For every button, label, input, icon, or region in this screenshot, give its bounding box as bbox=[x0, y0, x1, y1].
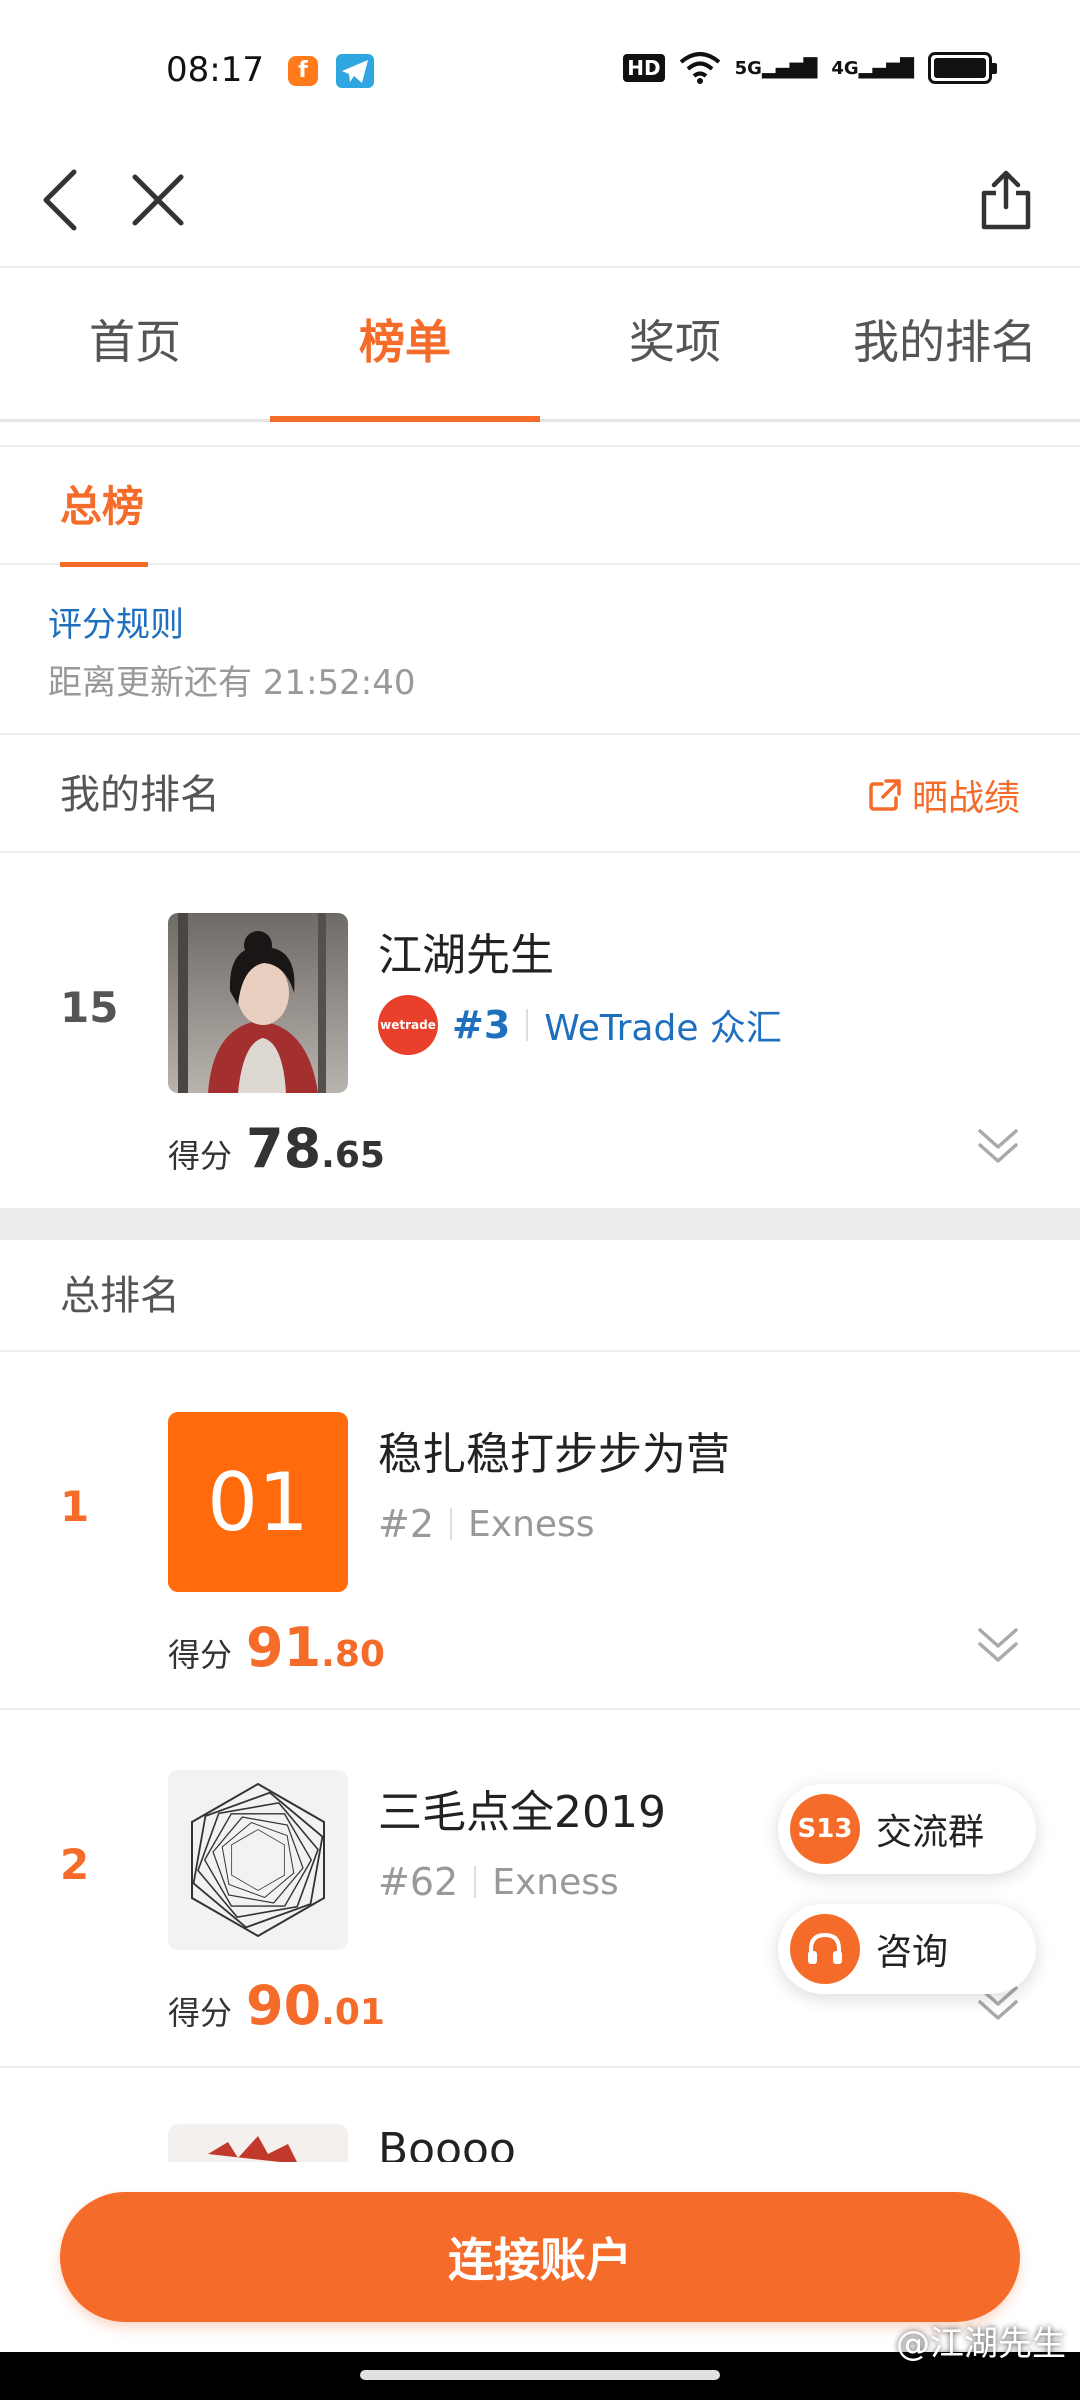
share-button[interactable] bbox=[966, 150, 1046, 250]
update-countdown: 距离更新还有 21:52:40 bbox=[48, 663, 416, 703]
broker-rank: #2 bbox=[378, 1502, 435, 1546]
signal-5g-icon: 5G▂▄▆█ bbox=[734, 57, 818, 79]
score-decimal: .65 bbox=[321, 1135, 385, 1176]
divider bbox=[474, 1866, 477, 1898]
hd-voice-icon: HD bbox=[623, 54, 665, 82]
score-decimal: .01 bbox=[321, 1992, 385, 2033]
status-time: 08:17 bbox=[166, 50, 264, 90]
broker-rank: #62 bbox=[378, 1860, 459, 1904]
score-integer: 78 bbox=[246, 1117, 322, 1180]
chat-group-button[interactable]: S13 交流群 bbox=[778, 1784, 1036, 1874]
consult-button[interactable]: 咨询 bbox=[778, 1904, 1036, 1994]
top-navbar bbox=[0, 140, 1080, 268]
broker-info: wetrade #3 WeTrade 众汇 bbox=[378, 995, 782, 1055]
broker-name: Exness bbox=[492, 1861, 619, 1903]
tab-home[interactable]: 首页 bbox=[0, 270, 270, 419]
watermark: @江湖先生 bbox=[896, 2324, 1066, 2364]
broker-name: Exness bbox=[468, 1503, 595, 1545]
score-label: 得分 bbox=[168, 1636, 233, 1674]
sub-tabs: 总榜 bbox=[0, 445, 1080, 567]
connect-account-button[interactable]: 连接账户 bbox=[60, 2192, 1020, 2322]
telegram-notification-icon bbox=[336, 54, 374, 88]
group-icon: S13 bbox=[790, 1794, 860, 1864]
share-performance-label: 晒战绩 bbox=[911, 778, 1020, 819]
chat-group-label: 交流群 bbox=[876, 1812, 985, 1853]
section-title: 总排名 bbox=[60, 1273, 180, 1319]
wetrade-logo: wetrade bbox=[378, 995, 438, 1055]
chevron-double-down-icon[interactable] bbox=[976, 1624, 1020, 1664]
chevron-double-down-icon[interactable] bbox=[976, 1125, 1020, 1165]
score-label: 得分 bbox=[168, 1994, 233, 2032]
broker-info: #2 Exness bbox=[378, 1494, 595, 1554]
table-row[interactable]: 1 01 稳扎稳打步步为营 #2 Exness 得分 91 .80 bbox=[0, 1354, 1080, 1710]
divider bbox=[526, 1009, 529, 1041]
score-integer: 90 bbox=[246, 1974, 322, 2037]
rank-number: 1 bbox=[60, 1482, 90, 1531]
my-ranking-header: 我的排名 晒战绩 bbox=[0, 737, 1080, 853]
avatar: 01 bbox=[168, 1412, 348, 1592]
scoring-rules-link[interactable]: 评分规则 bbox=[48, 597, 184, 646]
table-row[interactable]: 2 三毛点全2019 #62 Exness 得分 90 .01 bbox=[0, 1712, 1080, 2068]
headset-icon bbox=[790, 1914, 860, 1984]
trader-name: 稳扎稳打步步为营 bbox=[378, 1429, 730, 1480]
battery-icon bbox=[928, 52, 997, 84]
section-divider bbox=[0, 1208, 1080, 1240]
status-indicators: HD 5G▂▄▆█ 4G▂▄▆█ bbox=[623, 52, 997, 84]
trader-name: 江湖先生 bbox=[378, 930, 554, 981]
score-label: 得分 bbox=[168, 1137, 233, 1175]
home-indicator[interactable] bbox=[360, 2370, 720, 2380]
tab-my-ranking[interactable]: 我的排名 bbox=[810, 270, 1080, 419]
score-decimal: .80 bbox=[321, 1634, 385, 1675]
score: 得分 90 .01 bbox=[168, 1974, 385, 2037]
app-notification-icon: f bbox=[288, 56, 318, 86]
avatar bbox=[168, 1770, 348, 1950]
subtab-overall[interactable]: 总榜 bbox=[60, 447, 149, 567]
score: 得分 91 .80 bbox=[168, 1616, 385, 1679]
my-ranking-row[interactable]: 15 江湖先生 wetrade #3 WeTrade 众汇 得分 78 .65 bbox=[0, 855, 1080, 1211]
status-bar: 08:17 f HD 5G▂▄▆█ 4G▂▄▆█ bbox=[0, 0, 1080, 140]
overall-ranking-header: 总排名 bbox=[0, 1240, 1080, 1352]
broker-info: #62 Exness bbox=[378, 1852, 619, 1912]
trader-name: 三毛点全2019 bbox=[378, 1787, 666, 1838]
score: 得分 78 .65 bbox=[168, 1117, 385, 1180]
consult-label: 咨询 bbox=[876, 1932, 949, 1973]
signal-4g-icon: 4G▂▄▆█ bbox=[831, 57, 914, 79]
external-share-icon bbox=[869, 779, 901, 811]
back-arrow-icon bbox=[43, 169, 77, 231]
divider bbox=[450, 1508, 453, 1540]
tab-awards[interactable]: 奖项 bbox=[540, 270, 810, 419]
wifi-icon bbox=[679, 52, 720, 84]
score-integer: 91 bbox=[246, 1616, 322, 1679]
tab-leaderboard[interactable]: 榜单 bbox=[270, 270, 540, 422]
broker-rank: #3 bbox=[452, 1003, 511, 1047]
rank-number: 2 bbox=[60, 1840, 90, 1889]
main-tabs: 首页 榜单 奖项 我的排名 bbox=[0, 270, 1080, 422]
rules-section: 评分规则 距离更新还有 21:52:40 bbox=[0, 567, 1080, 735]
close-button[interactable] bbox=[118, 150, 198, 250]
rank-number: 15 bbox=[60, 983, 119, 1032]
close-icon bbox=[132, 174, 184, 226]
section-title: 我的排名 bbox=[60, 772, 220, 818]
share-performance-button[interactable]: 晒战绩 bbox=[868, 737, 1020, 853]
share-icon bbox=[981, 170, 1031, 230]
broker-name[interactable]: WeTrade 众汇 bbox=[544, 999, 782, 1051]
back-button[interactable] bbox=[20, 150, 100, 250]
avatar bbox=[168, 913, 348, 1093]
